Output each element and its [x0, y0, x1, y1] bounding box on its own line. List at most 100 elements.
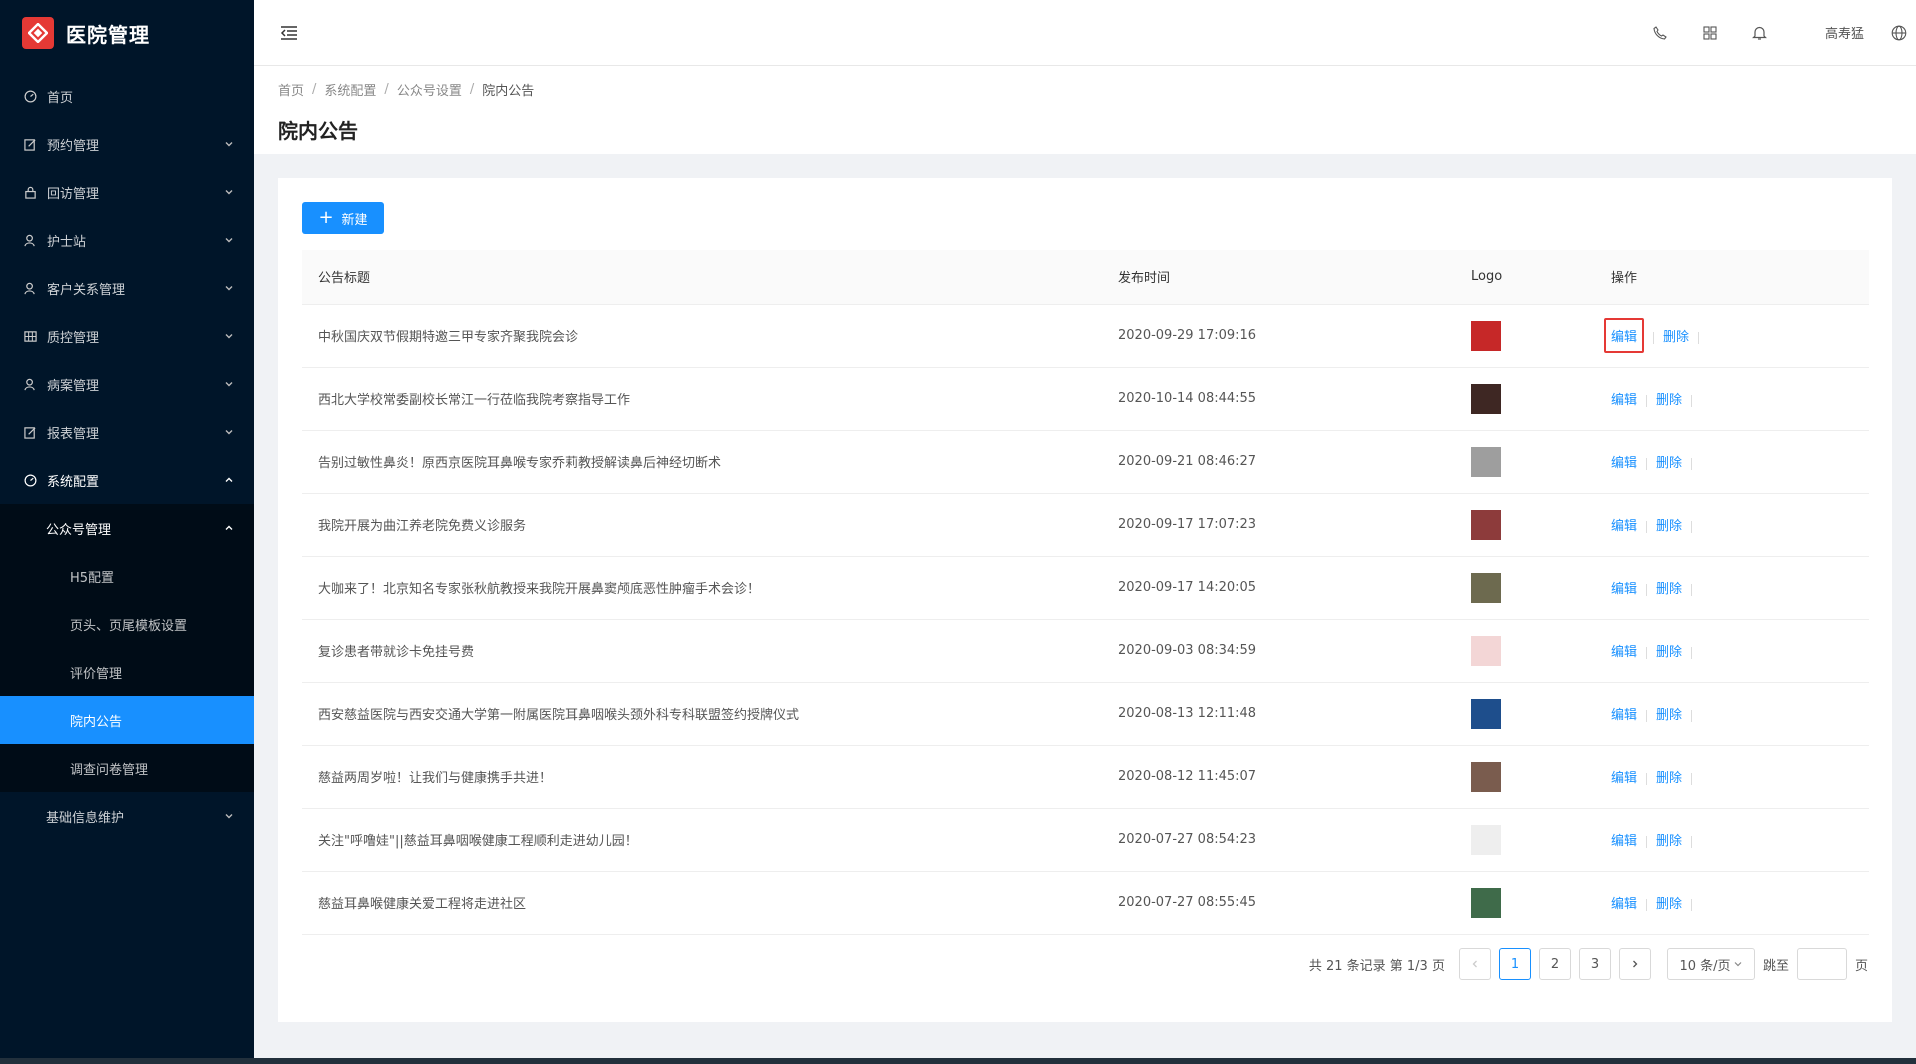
logo-cell [1455, 619, 1595, 683]
logo-cell [1455, 556, 1595, 620]
sidebar-item-system-config[interactable]: 系统配置 [0, 456, 254, 504]
table-row: 西北大学校常委副校长常江一行莅临我院考察指导工作 2020-10-14 08:44… [302, 367, 1869, 431]
chevron-up-icon [224, 523, 234, 533]
logo-thumbnail [1471, 698, 1501, 729]
edit-link[interactable]: 编辑 [1611, 582, 1637, 597]
table-header-row: 公告标题 发布时间 Logo 操作 [302, 250, 1869, 305]
chevron-up-icon [224, 475, 234, 485]
delete-link[interactable]: 删除 [1656, 708, 1682, 723]
new-announcement-button[interactable]: + 新建 [302, 202, 384, 234]
sidebar-item-label: 调查问卷管理 [70, 762, 149, 778]
jump-label: 跳至 [1762, 958, 1789, 974]
delete-link[interactable]: 删除 [1656, 897, 1682, 912]
edit-link[interactable]: 编辑 [1611, 834, 1637, 849]
phone-icon [1653, 25, 1667, 40]
sidebar-item-h5-config[interactable]: H5配置 [0, 552, 254, 600]
edit-link[interactable]: 编辑 [1611, 708, 1637, 723]
sidebar-item-label: 报表管理 [47, 426, 100, 442]
language-button[interactable] [1890, 24, 1908, 42]
edit-link[interactable]: 编辑 [1611, 456, 1637, 471]
menu-fold-button[interactable] [278, 22, 300, 44]
sidebar-item-followup[interactable]: 回访管理 [0, 168, 254, 216]
logo-cell [1455, 808, 1595, 872]
plus-icon: + [318, 207, 334, 228]
hospital-logo-icon [22, 17, 54, 49]
dashboard-icon [22, 472, 38, 488]
user-icon [22, 232, 38, 248]
sidebar-item-surveys[interactable]: 调查问卷管理 [0, 744, 254, 792]
sidebar-item-header-footer[interactable]: 页头、页尾模板设置 [0, 600, 254, 648]
breadcrumb-wechat-settings[interactable]: 公众号设置 [397, 80, 462, 99]
page-button-2[interactable]: 2 [1538, 948, 1571, 980]
sidebar-item-basic-info[interactable]: 基础信息维护 [0, 792, 254, 840]
sidebar-item-label: 公众号管理 [46, 522, 112, 538]
edit-link[interactable]: 编辑 [1611, 645, 1637, 660]
delete-link[interactable]: 删除 [1656, 456, 1682, 471]
edit-link[interactable]: 编辑 [1611, 771, 1637, 786]
grid-icon [1703, 25, 1717, 40]
table-row: 复诊患者带就诊卡免挂号费 2020-09-03 08:34:59 编辑 删除 [302, 619, 1869, 683]
edit-link[interactable]: 编辑 [1611, 519, 1637, 534]
delete-link[interactable]: 删除 [1656, 519, 1682, 534]
sidebar-item-label: 回访管理 [47, 186, 100, 202]
action-divider [1691, 583, 1693, 596]
edit-link[interactable]: 编辑 [1611, 393, 1637, 408]
next-page-button[interactable] [1618, 948, 1651, 980]
user-name[interactable]: 高寿猛 [1825, 23, 1864, 42]
action-divider [1691, 520, 1693, 533]
page-button-1[interactable]: 1 [1498, 948, 1531, 980]
action-divider [1646, 457, 1648, 470]
jump-unit: 页 [1854, 958, 1868, 974]
delete-link[interactable]: 删除 [1656, 645, 1682, 660]
delete-link[interactable]: 删除 [1656, 582, 1682, 597]
page-button-3[interactable]: 3 [1578, 948, 1611, 980]
notifications-button[interactable] [1751, 24, 1769, 42]
sidebar-item-nurse-station[interactable]: 护士站 [0, 216, 254, 264]
breadcrumb-home[interactable]: 首页 [278, 80, 304, 99]
sidebar-item-appointments[interactable]: 预约管理 [0, 120, 254, 168]
sidebar-item-records[interactable]: 病案管理 [0, 360, 254, 408]
sidebar-item-home[interactable]: 首页 [0, 72, 254, 120]
chevron-down-icon [1734, 962, 1741, 967]
sidebar-item-label: 院内公告 [70, 714, 123, 730]
logo-cell [1455, 745, 1595, 809]
sidebar-item-reports[interactable]: 报表管理 [0, 408, 254, 456]
delete-link[interactable]: 删除 [1663, 330, 1689, 345]
announcement-title: 慈益两周岁啦！让我们与健康携手共进！ [302, 745, 1102, 809]
logo-cell [1455, 493, 1595, 557]
actions-cell: 编辑 删除 [1595, 871, 1869, 935]
action-divider [1698, 331, 1700, 344]
actions-cell: 编辑 删除 [1595, 430, 1869, 494]
sidebar-item-quality[interactable]: 质控管理 [0, 312, 254, 360]
page-size-select[interactable]: 10 条/页 [1666, 948, 1755, 980]
prev-page-button[interactable] [1458, 948, 1491, 980]
logo-thumbnail [1471, 509, 1501, 540]
chevron-left-icon [1472, 960, 1477, 968]
page-size-value: 10 条/页 [1679, 958, 1731, 974]
chevron-down-icon [224, 283, 234, 293]
breadcrumb-separator: / [469, 82, 475, 97]
delete-link[interactable]: 删除 [1656, 834, 1682, 849]
top-header: 高寿猛 [254, 0, 1916, 66]
edit-link[interactable]: 编辑 [1611, 330, 1637, 345]
apps-button[interactable] [1701, 24, 1719, 42]
logo-thumbnail [1471, 572, 1501, 603]
announcement-title: 我院开展为曲江养老院免费义诊服务 [302, 493, 1102, 557]
sidebar-item-reviews[interactable]: 评价管理 [0, 648, 254, 696]
announcement-title: 西安慈益医院与西安交通大学第一附属医院耳鼻咽喉头颈外科专科联盟签约授牌仪式 [302, 682, 1102, 746]
jump-page-input[interactable] [1796, 948, 1847, 980]
breadcrumb-system-config[interactable]: 系统配置 [324, 80, 376, 99]
phone-button[interactable] [1651, 24, 1669, 42]
sidebar-item-label: 病案管理 [47, 378, 100, 394]
sidebar-item-crm[interactable]: 客户关系管理 [0, 264, 254, 312]
sidebar-item-announcements[interactable]: 院内公告 [0, 696, 254, 744]
logo-cell [1455, 871, 1595, 935]
sidebar-item-wechat-group[interactable]: 公众号管理 [0, 504, 254, 552]
edit-highlight: 编辑 [1604, 318, 1645, 353]
table-row: 关注"呼噜娃"||慈益耳鼻咽喉健康工程顺利走进幼儿园！ 2020-07-27 08… [302, 808, 1869, 872]
publish-time: 2020-07-27 08:54:23 [1102, 808, 1455, 872]
edit-link[interactable]: 编辑 [1611, 897, 1637, 912]
menu-fold-icon [280, 25, 297, 40]
delete-link[interactable]: 删除 [1656, 771, 1682, 786]
delete-link[interactable]: 删除 [1656, 393, 1682, 408]
